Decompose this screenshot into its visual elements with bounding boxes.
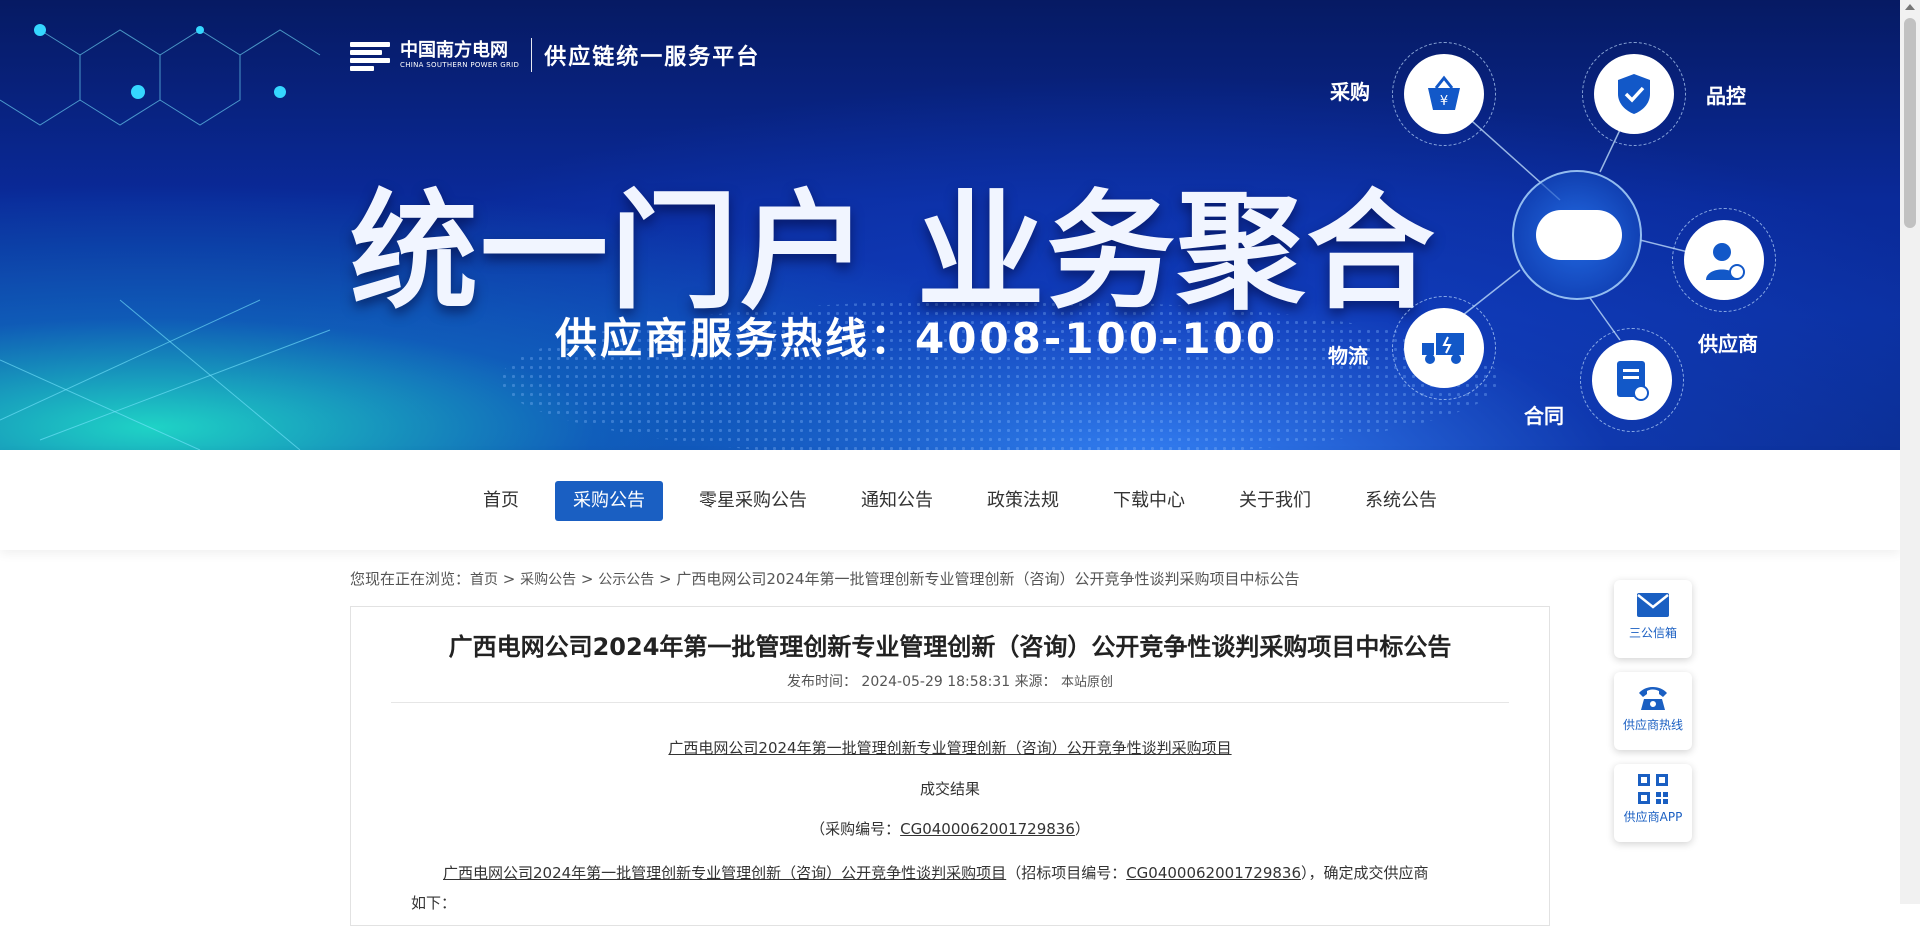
nav-item-4[interactable]: 政策法规 bbox=[969, 481, 1077, 521]
platform-title: 供应链统一服务平台 bbox=[544, 45, 761, 70]
breadcrumb-prefix: 您现在正在浏览： bbox=[350, 570, 471, 588]
shield-check-icon bbox=[1594, 54, 1674, 134]
body-line2: 如下： bbox=[411, 894, 457, 912]
nav-item-6[interactable]: 关于我们 bbox=[1221, 481, 1329, 521]
article-divider bbox=[391, 702, 1509, 703]
body-code-link[interactable]: CG0400062001729836 bbox=[1126, 864, 1301, 882]
node-label-purchase: 采购 bbox=[1330, 80, 1370, 104]
nav-item-7[interactable]: 系统公告 bbox=[1347, 481, 1455, 521]
qr-code-icon bbox=[1614, 774, 1692, 804]
body-end: ），确定成交供应商 bbox=[1301, 864, 1429, 882]
node-supplier bbox=[1672, 208, 1776, 312]
side-hotline-label: 供应商热线 bbox=[1622, 718, 1683, 732]
logo-english: CHINA SOUTHERN POWER GRID bbox=[400, 60, 520, 69]
meta-time: 2024-05-29 18:58:31 bbox=[861, 674, 1011, 690]
code-suffix: ） bbox=[1074, 820, 1090, 838]
purchase-code[interactable]: CG0400062001729836 bbox=[900, 820, 1075, 838]
scroll-up-arrow-icon[interactable] bbox=[1905, 4, 1915, 10]
main-navbar: 首页 采购公告 零星采购公告 通知公告 政策法规 下载中心 关于我们 系统公告 bbox=[0, 450, 1900, 550]
breadcrumb-sep: > bbox=[498, 570, 521, 588]
side-app-label: 供应商APP bbox=[1623, 810, 1683, 824]
side-mailbox-label: 三公信箱 bbox=[1628, 626, 1677, 640]
breadcrumb-current: 广西电网公司2024年第一批管理创新专业管理创新（咨询）公开竞争性谈判采购项目中… bbox=[676, 570, 1300, 588]
document-icon bbox=[1592, 340, 1672, 420]
article-title: 广西电网公司2024年第一批管理创新专业管理创新（咨询）公开竞争性谈判采购项目中… bbox=[448, 633, 1452, 661]
breadcrumb-sep: > bbox=[576, 570, 599, 588]
header-banner: 中国南方电网 CHINA SOUTHERN POWER GRID 供应链统一服务… bbox=[0, 0, 1900, 450]
page-scrollbar[interactable] bbox=[1900, 0, 1920, 904]
scroll-thumb[interactable] bbox=[1904, 18, 1916, 228]
envelope-icon bbox=[1614, 590, 1692, 620]
project-link[interactable]: 广西电网公司2024年第一批管理创新专业管理创新（咨询）公开竞争性谈判采购项目 bbox=[668, 739, 1231, 757]
user-badge-icon bbox=[1684, 220, 1764, 300]
cloud-hub bbox=[1512, 170, 1642, 300]
nav-item-2[interactable]: 零星采购公告 bbox=[681, 481, 825, 521]
body-mid: （招标项目编号： bbox=[1006, 864, 1127, 882]
node-label-contract: 合同 bbox=[1524, 404, 1564, 428]
cloud-icon bbox=[1536, 210, 1622, 260]
code-prefix: （采购编号： bbox=[810, 820, 901, 838]
brand-logo[interactable]: 中国南方电网 CHINA SOUTHERN POWER GRID 供应链统一服务… bbox=[350, 38, 760, 72]
banner-hotline: 供应商服务热线：4008-100-100 bbox=[555, 314, 1279, 363]
side-mailbox-button[interactable]: 三公信箱 bbox=[1614, 580, 1692, 658]
article-result-heading: 成交结果 bbox=[919, 780, 980, 798]
nav-item-3[interactable]: 通知公告 bbox=[843, 481, 951, 521]
side-app-button[interactable]: 供应商APP bbox=[1614, 764, 1692, 842]
logo-name: 中国南方电网 bbox=[400, 39, 508, 61]
node-logistics bbox=[1392, 296, 1496, 400]
meta-source-label: 来源： bbox=[1014, 674, 1057, 690]
article-project-heading: 广西电网公司2024年第一批管理创新专业管理创新（咨询）公开竞争性谈判采购项目 bbox=[351, 737, 1549, 758]
article-code-line: （采购编号：CG0400062001729836） bbox=[351, 818, 1549, 839]
csg-logo-icon bbox=[350, 38, 392, 72]
node-label-supplier: 供应商 bbox=[1698, 332, 1758, 356]
body-project-link[interactable]: 广西电网公司2024年第一批管理创新专业管理创新（咨询）公开竞争性谈判采购项目 bbox=[411, 864, 1006, 882]
node-label-logistics: 物流 bbox=[1328, 344, 1368, 368]
meta-time-label: 发布时间： bbox=[786, 674, 857, 690]
breadcrumb-sep: > bbox=[654, 570, 677, 588]
node-contract bbox=[1580, 328, 1684, 432]
breadcrumb: 您现在正在浏览：首页 > 采购公告 > 公示公告 > 广西电网公司2024年第一… bbox=[350, 568, 1300, 589]
truck-icon bbox=[1404, 308, 1484, 388]
meta-source: 本站原创 bbox=[1061, 675, 1114, 690]
nav-item-5[interactable]: 下载中心 bbox=[1095, 481, 1203, 521]
nav-menu: 首页 采购公告 零星采购公告 通知公告 政策法规 下载中心 关于我们 系统公告 bbox=[465, 481, 1473, 521]
logo-divider bbox=[531, 38, 533, 72]
node-purchase: ¥ bbox=[1392, 42, 1496, 146]
nav-item-1[interactable]: 采购公告 bbox=[555, 481, 663, 521]
breadcrumb-level1[interactable]: 采购公告 bbox=[520, 572, 576, 588]
node-label-quality: 品控 bbox=[1706, 84, 1746, 108]
article-panel: 广西电网公司2024年第一批管理创新专业管理创新（咨询）公开竞争性谈判采购项目中… bbox=[350, 606, 1550, 926]
node-quality bbox=[1582, 42, 1686, 146]
nav-item-0[interactable]: 首页 bbox=[465, 481, 537, 521]
breadcrumb-home[interactable]: 首页 bbox=[470, 572, 498, 588]
svg-text:¥: ¥ bbox=[1440, 94, 1448, 109]
telephone-icon bbox=[1614, 682, 1692, 712]
article-body-paragraph: 广西电网公司2024年第一批管理创新专业管理创新（咨询）公开竞争性谈判采购项目（… bbox=[411, 858, 1511, 918]
side-hotline-button[interactable]: 供应商热线 bbox=[1614, 672, 1692, 750]
shopping-basket-icon: ¥ bbox=[1404, 54, 1484, 134]
breadcrumb-level2[interactable]: 公示公告 bbox=[598, 572, 654, 588]
article-meta: 发布时间： 2024-05-29 18:58:31 来源： 本站原创 bbox=[351, 671, 1549, 691]
